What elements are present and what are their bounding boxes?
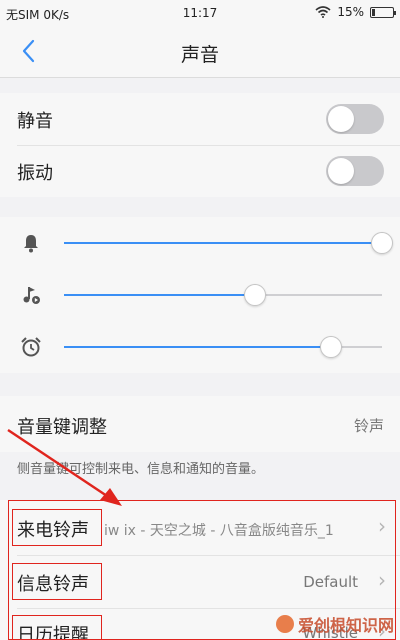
vibrate-toggle[interactable] — [326, 156, 384, 186]
annotation-calendar-box — [12, 615, 102, 640]
media-volume-slider[interactable] — [64, 284, 382, 306]
annotation-message-box — [12, 563, 102, 600]
ring-volume-slider[interactable] — [64, 232, 393, 254]
watermark-text: 爱创根知识网 — [297, 616, 394, 635]
mute-row[interactable]: 静音 — [0, 93, 400, 145]
slider-fill — [64, 242, 382, 244]
annotation-arrow — [7, 428, 122, 506]
slider-fill — [64, 294, 255, 296]
slider-thumb[interactable] — [243, 284, 266, 306]
slider-thumb[interactable] — [371, 232, 393, 254]
toggle-section: 静音 振动 — [0, 93, 400, 197]
slider-fill — [64, 346, 332, 348]
alarm-clock-icon — [21, 337, 41, 357]
battery-icon — [370, 6, 396, 18]
media-volume-row — [0, 269, 400, 321]
battery-percent: 15% — [337, 5, 364, 19]
ring-volume-row — [0, 217, 400, 269]
status-bar: 无SIM 0K/s 11:17 15% — [0, 0, 400, 26]
volume-section — [0, 217, 400, 373]
alarm-volume-slider[interactable] — [64, 336, 382, 358]
volume-keys-value: 铃声 — [353, 417, 384, 435]
vibrate-label: 振动 — [17, 163, 53, 184]
status-icons: 15% — [315, 5, 396, 19]
alarm-volume-row — [0, 321, 400, 373]
watermark-logo-icon — [275, 615, 294, 633]
toggle-knob — [328, 158, 354, 184]
watermark: 爱创根知识网 — [275, 612, 394, 636]
toggle-knob — [328, 106, 354, 132]
bell-icon — [24, 235, 38, 253]
battery-level — [372, 8, 376, 16]
mute-toggle[interactable] — [326, 104, 384, 134]
nav-bar: 声音 — [0, 26, 400, 78]
music-icon — [23, 287, 40, 304]
page-title: 声音 — [180, 44, 219, 66]
wifi-icon — [315, 6, 331, 18]
vibrate-row[interactable]: 振动 — [0, 145, 400, 197]
slider-thumb[interactable] — [320, 336, 343, 358]
mute-label: 静音 — [17, 111, 53, 132]
